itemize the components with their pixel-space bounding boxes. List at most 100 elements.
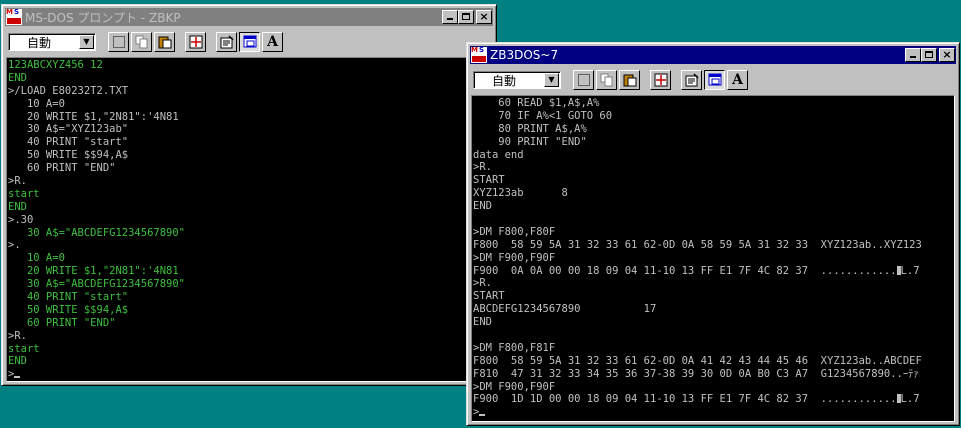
console-line: 60 PRINT "END" [7, 317, 491, 330]
console-line: >DM F900,F90F [472, 381, 954, 394]
toolbar-left: 自動 ▼ A [6, 29, 492, 55]
font-button[interactable]: A [262, 32, 283, 52]
console-line: END [7, 201, 491, 214]
minimize-button-right[interactable] [905, 48, 921, 62]
fullscreen-button[interactable] [185, 32, 206, 52]
mark-button[interactable] [108, 32, 129, 52]
background-icon [243, 35, 256, 48]
console-line-text: >. [8, 239, 21, 252]
msdos-window-right[interactable]: MS ZB3DOS~7 × 自動 ▼ A 60 READ $1,A$,A% 70… [466, 42, 960, 426]
console-line-text: 70 IF A%<1 GOTO 60 [473, 109, 613, 122]
console-line-text: >DM F900,F90F [473, 380, 556, 393]
maximize-icon [462, 13, 470, 20]
maximize-button-right[interactable] [921, 48, 937, 62]
console-line-text: END [473, 316, 492, 329]
console-line-text: END [8, 71, 27, 84]
console-line: END [472, 200, 954, 213]
console-line-text: >R. [473, 277, 492, 290]
console-line-text: F800 58 59 5A 31 32 33 61 62-0D 0A 58 59… [473, 238, 922, 251]
console-line: 80 PRINT A$,A% [472, 123, 954, 136]
console-line: F810 47 31 32 33 34 35 36 37-38 39 30 0D… [472, 368, 954, 381]
mark-icon [112, 36, 125, 48]
minimize-icon [447, 18, 453, 20]
console-line: 20 WRITE $1,"2N81":'4N81 [7, 265, 491, 278]
console-line-text: > [8, 368, 15, 381]
console-line: > [472, 406, 954, 419]
console-line-text: 123ABCXYZ456 12 [8, 59, 103, 71]
msdos-window-left[interactable]: MS MS-DOS プロンプト - ZBKP × 自動 ▼ A 123ABCXY… [1, 4, 497, 386]
console-line: >R. [472, 161, 954, 174]
paste-icon [158, 36, 171, 49]
properties-button[interactable] [681, 70, 702, 90]
font-button[interactable]: A [727, 70, 748, 90]
console-line-text: 20 WRITE $1,"2N81":'4N81 [8, 110, 179, 123]
console-line-text: ABCDEFG1234567890 17 [473, 303, 657, 316]
close-button-left[interactable]: × [476, 10, 492, 24]
console-line-text: >DM F900,F90F [473, 251, 556, 264]
console-line: >. [7, 239, 491, 252]
console-line: 20 WRITE $1,"2N81":'4N81 [7, 111, 491, 124]
console-line-text: start [8, 187, 40, 200]
console-line: >.30 [7, 214, 491, 227]
maximize-icon [925, 51, 933, 58]
console-line: 10 A=0 [7, 252, 491, 265]
console-line: F800 58 59 5A 31 32 33 61 62-0D 0A 58 59… [472, 239, 954, 252]
console-line-text: 30 A$="ABCDEFG1234567890" [8, 226, 186, 239]
text-cursor [479, 414, 486, 417]
maximize-button-left[interactable] [458, 10, 474, 24]
console-line: F900 1D 1D 00 00 18 09 04 11-10 13 FF E1… [472, 393, 954, 406]
font-icon: A [267, 34, 278, 50]
console-line-text: 40 PRINT "start" [8, 291, 129, 304]
minimize-button-left[interactable] [442, 10, 458, 24]
console-line-text: 60 READ $1,A$,A% [473, 97, 600, 109]
console-line: >/LOAD E80232T2.TXT [7, 85, 491, 98]
console-line: data end [472, 149, 954, 162]
title-bar-left[interactable]: MS MS-DOS プロンプト - ZBKP × [5, 8, 493, 26]
background-icon [708, 73, 721, 86]
console-line-text: 80 PRINT A$,A% [473, 122, 587, 135]
console-line: >DM F800,F80F [472, 226, 954, 239]
console-line-text: XYZ123ab 8 [473, 187, 568, 200]
console-output-right[interactable]: 60 READ $1,A$,A% 70 IF A%<1 GOTO 60 80 P… [471, 95, 955, 422]
background-button[interactable] [704, 70, 725, 90]
close-button-right[interactable]: × [939, 48, 955, 62]
console-line-text: 60 PRINT "END" [8, 162, 116, 175]
font-size-select-right[interactable]: 自動 ▼ [473, 71, 561, 89]
font-size-value: 自動 [492, 73, 517, 88]
console-line: ABCDEFG1234567890 17 [472, 303, 954, 316]
console-line: 123ABCXYZ456 12 [7, 59, 491, 72]
msdos-app-icon[interactable]: MS [6, 9, 22, 25]
fullscreen-button[interactable] [650, 70, 671, 90]
console-line: >DM F900,F90F [472, 252, 954, 265]
console-line: 60 PRINT "END" [7, 162, 491, 175]
paste-button[interactable] [154, 32, 175, 52]
console-line: XYZ123ab 8 [472, 187, 954, 200]
title-bar-right[interactable]: MS ZB3DOS~7 × [470, 46, 956, 64]
console-line-text: >R. [8, 329, 27, 342]
properties-button[interactable] [216, 32, 237, 52]
console-line: 90 PRINT "END" [472, 136, 954, 149]
font-size-value: 自動 [27, 35, 52, 50]
console-line-text: 50 WRITE $$94,A$ [8, 149, 129, 162]
font-size-select-left[interactable]: 自動 ▼ [8, 33, 96, 51]
msdos-app-icon[interactable]: MS [471, 47, 487, 63]
console-line-text: F800 58 59 5A 31 32 33 61 62-0D 0A 41 42… [473, 354, 922, 367]
console-line-text: START [473, 290, 505, 303]
console-output-left[interactable]: 123ABCXYZ456 12 END >/LOAD E80232T2.TXT 10… [6, 57, 492, 382]
console-line: start [7, 188, 491, 201]
chevron-down-icon[interactable]: ▼ [79, 35, 94, 49]
console-line: >R. [7, 330, 491, 343]
console-line-text: 60 PRINT "END" [8, 316, 116, 329]
copy-button[interactable] [596, 70, 617, 90]
paste-icon [623, 74, 636, 87]
console-line-text: >.30 [8, 213, 34, 226]
close-icon: × [479, 10, 489, 23]
minimize-icon [910, 56, 916, 58]
copy-button[interactable] [131, 32, 152, 52]
chevron-down-icon[interactable]: ▼ [544, 73, 559, 87]
mark-button[interactable] [573, 70, 594, 90]
paste-button[interactable] [619, 70, 640, 90]
console-line-text: F810 47 31 32 33 34 35 36 37-38 39 30 0D… [473, 367, 919, 380]
background-button[interactable] [239, 32, 260, 52]
fullscreen-icon [189, 35, 202, 49]
